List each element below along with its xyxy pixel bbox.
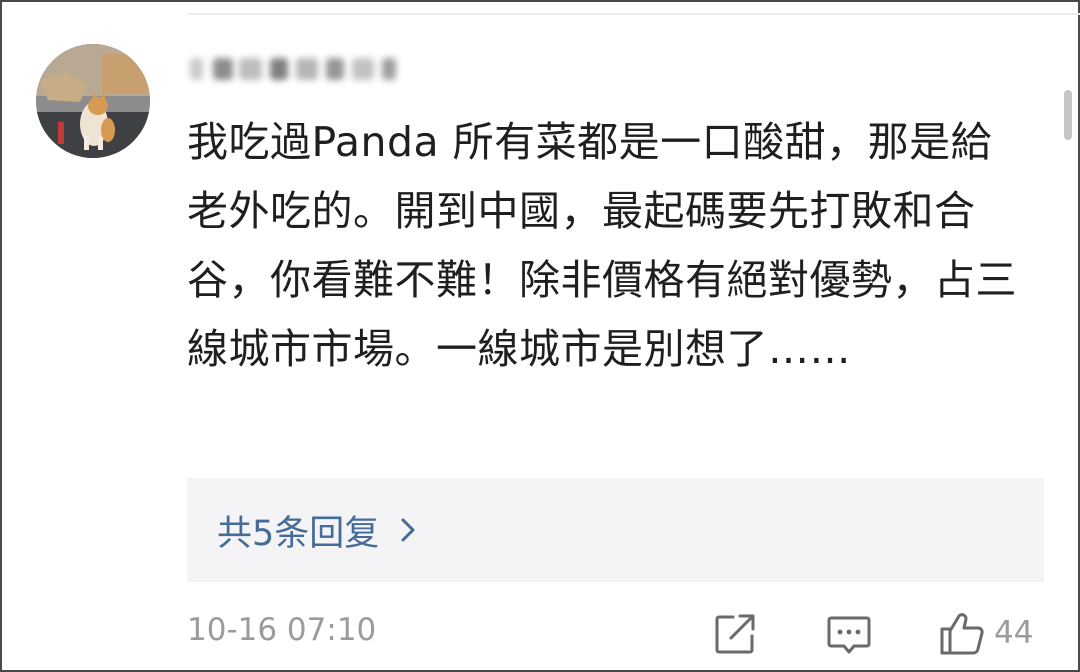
like-count: 44: [994, 615, 1034, 651]
username-redacted[interactable]: [188, 44, 397, 94]
like-control[interactable]: 44: [938, 608, 1033, 658]
chevron-right-icon: [401, 518, 415, 542]
user-avatar[interactable]: [36, 44, 150, 158]
replies-count-label: 共5条回复: [217, 513, 380, 554]
comment-body: 我吃過Panda 所有菜都是一口酸甜，那是給老外吃的。開到中國，最起碼要先打敗和…: [187, 118, 1017, 373]
scrollbar[interactable]: [1064, 90, 1072, 140]
comment-timestamp: 10-16 07:10: [187, 612, 377, 648]
view-replies-button[interactable]: 共5条回复: [187, 478, 1044, 582]
share-icon[interactable]: [713, 612, 757, 656]
top-divider: [187, 13, 1080, 15]
cat-avatar-image: [36, 44, 150, 158]
thumbs-up-icon[interactable]: [938, 609, 986, 657]
comment-icon[interactable]: [826, 612, 872, 658]
